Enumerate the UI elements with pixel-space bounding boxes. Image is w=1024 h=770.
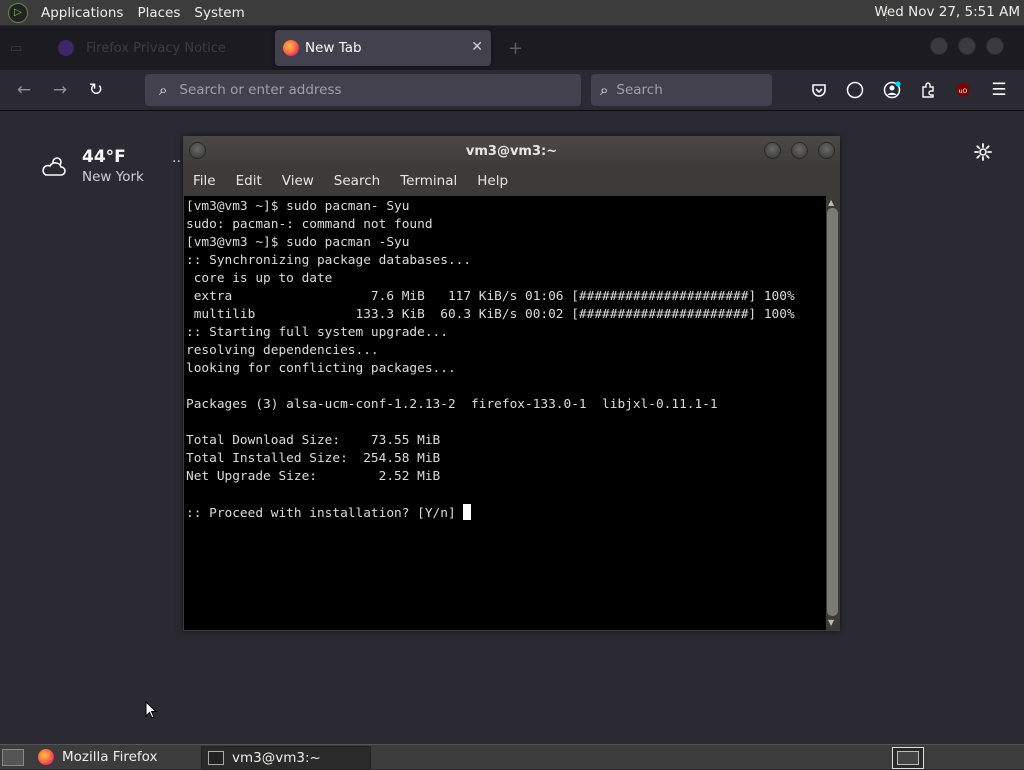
terminal-prompt-line: :: Proceed with installation? [Y/n]: [186, 506, 464, 521]
menu-file[interactable]: File: [183, 173, 226, 189]
extensions-icon[interactable]: [918, 80, 938, 100]
workspace-switcher[interactable]: [892, 747, 924, 769]
tab-inactive[interactable]: Firefox Privacy Notice: [58, 35, 226, 61]
menu-applications[interactable]: Applications: [34, 5, 130, 21]
menu-search[interactable]: Search: [324, 173, 390, 189]
maximize-button[interactable]: [958, 37, 976, 55]
menu-system[interactable]: System: [187, 5, 251, 21]
terminal-line: Net Upgrade Size: 2.52 MiB: [186, 469, 441, 484]
minimize-button[interactable]: [930, 37, 948, 55]
terminal-output[interactable]: [vm3@vm3 ~]$ sudo pacman- Syu sudo: pacm…: [184, 196, 826, 630]
privacy-notice-tab-icon: [58, 40, 74, 56]
terminal-line: Total Download Size: 73.55 MiB: [186, 433, 441, 448]
firefox-window-controls: [930, 37, 1004, 55]
menu-terminal[interactable]: Terminal: [390, 173, 467, 189]
terminal-lines: [vm3@vm3 ~]$ sudo pacman- Syu sudo: pacm…: [186, 199, 795, 484]
mouse-pointer-icon: [145, 701, 157, 719]
account-icon[interactable]: [882, 80, 902, 100]
tab-inactive-label: Firefox Privacy Notice: [86, 40, 226, 56]
svg-text:uO: uO: [959, 88, 968, 95]
search-icon: ⌕: [600, 81, 609, 99]
weather-more-options-icon[interactable]: ··: [172, 154, 181, 170]
terminal-line: Total Installed Size: 254.58 MiB: [186, 451, 441, 466]
forward-arrow-icon[interactable]: →: [50, 80, 70, 100]
terminal-line: :: Starting full system upgrade...: [186, 325, 448, 340]
menu-help[interactable]: Help: [467, 173, 518, 189]
terminal-icon: [208, 751, 224, 765]
terminal-title: vm3@vm3:~: [465, 144, 558, 159]
terminal-line: looking for conflicting packages...: [186, 361, 456, 376]
tab-active-label: New Tab: [305, 40, 362, 56]
cloudy-weather-icon: [42, 157, 66, 176]
pocket-icon[interactable]: [809, 80, 829, 100]
weather-widget[interactable]: 44°F New York: [40, 147, 144, 185]
terminal-line: :: Synchronizing package databases...: [186, 253, 472, 268]
gear-icon[interactable]: [973, 142, 993, 162]
weather-text: 44°F New York: [68, 147, 144, 185]
firefox-icon: [283, 40, 299, 56]
reload-icon[interactable]: ↻: [86, 80, 106, 100]
back-arrow-icon[interactable]: ←: [14, 80, 34, 100]
bottom-panel: Mozilla Firefox vm3@vm3:~: [0, 744, 1024, 770]
firefox-icon: [38, 749, 54, 765]
terminal-menu-bar: File Edit View Search Terminal Help: [183, 166, 840, 196]
weather-temperature: 44°F: [82, 147, 126, 167]
weather-city: New York: [82, 169, 144, 185]
profile-circle-icon[interactable]: [845, 80, 865, 100]
close-tab-icon[interactable]: ✕: [471, 39, 483, 55]
search-icon: ⌕: [159, 81, 168, 99]
taskbar-firefox-label: Mozilla Firefox: [62, 749, 158, 765]
search-placeholder: Search: [616, 82, 663, 98]
taskbar-item-firefox[interactable]: Mozilla Firefox: [32, 746, 197, 768]
distro-logo-icon[interactable]: ▷: [8, 2, 28, 23]
terminal-scrollbar[interactable]: ▲ ▼: [826, 196, 839, 630]
menu-view[interactable]: View: [272, 173, 324, 189]
terminal-line: extra 7.6 MiB 117 KiB/s 01:06 [#########…: [193, 289, 795, 304]
terminal-maximize-button[interactable]: [791, 142, 808, 159]
terminal-line: sudo: pacman-: command not found: [186, 217, 433, 232]
url-bar[interactable]: ⌕ Search or enter address: [145, 74, 581, 106]
terminal-line: core is up to date: [193, 271, 333, 286]
tab-new-tab[interactable]: New Tab ✕: [275, 30, 491, 66]
firefox-nav-bar: ← → ↻ ⌕ Search or enter address ⌕ Search…: [0, 70, 1024, 111]
firefox-tab-bar: ▭ Firefox Privacy Notice New Tab ✕ +: [0, 26, 1024, 70]
hamburger-menu-icon[interactable]: ☰: [989, 80, 1009, 100]
terminal-line: [vm3@vm3 ~]$ sudo pacman- Syu: [186, 199, 410, 214]
panel-clock[interactable]: Wed Nov 27, 5:51 AM: [874, 4, 1020, 20]
url-placeholder: Search or enter address: [179, 82, 342, 98]
taskbar-item-terminal[interactable]: vm3@vm3:~: [201, 746, 371, 770]
tab-overview-icon[interactable]: ▭: [10, 35, 22, 61]
top-panel: ▷ Applications Places System Wed Nov 27,…: [0, 0, 1024, 26]
terminal-close-button[interactable]: [818, 142, 835, 159]
terminal-minimize-button[interactable]: [764, 142, 781, 159]
menu-places[interactable]: Places: [130, 5, 187, 21]
terminal-text: [vm3@vm3 ~]$ sudo pacman- Syu sudo: pacm…: [186, 198, 795, 523]
scroll-up-arrow-icon[interactable]: ▲: [828, 198, 834, 207]
search-bar[interactable]: ⌕ Search: [591, 74, 772, 106]
ublock-origin-icon[interactable]: uO: [953, 80, 973, 100]
close-window-button[interactable]: [986, 37, 1004, 55]
terminal-line: resolving dependencies...: [186, 343, 379, 358]
scroll-down-arrow-icon[interactable]: ▼: [828, 618, 834, 627]
show-desktop-button[interactable]: [2, 749, 24, 766]
new-tab-plus-icon[interactable]: +: [508, 38, 523, 59]
taskbar-terminal-label: vm3@vm3:~: [232, 750, 321, 766]
menu-edit[interactable]: Edit: [226, 173, 272, 189]
terminal-line: multilib 133.3 KiB 60.3 KiB/s 00:02 [###…: [193, 307, 795, 322]
terminal-line: [vm3@vm3 ~]$ sudo pacman -Syu: [186, 235, 410, 250]
terminal-cursor: [463, 504, 472, 520]
terminal-window: vm3@vm3:~ File Edit View Search Terminal…: [183, 136, 840, 631]
terminal-title-bar[interactable]: vm3@vm3:~: [183, 136, 840, 166]
scrollbar-thumb[interactable]: [827, 208, 838, 616]
terminal-line: Packages (3) alsa-ucm-conf-1.2.13-2 fire…: [186, 397, 718, 412]
